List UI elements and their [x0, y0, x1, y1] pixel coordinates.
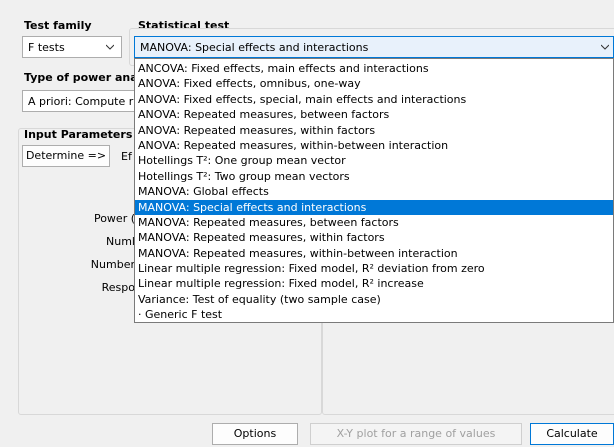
- dropdown-option[interactable]: ANOVA: Fixed effects, special, main effe…: [135, 92, 613, 107]
- power-analysis-label: Type of power analy: [24, 71, 149, 84]
- input-parameters-label: Input Parameters: [24, 128, 133, 141]
- dropdown-option[interactable]: MANOVA: Repeated measures, within-betwee…: [135, 246, 613, 261]
- power-analysis-value: A priori: Compute r: [28, 95, 134, 108]
- dropdown-option[interactable]: Linear multiple regression: Fixed model,…: [135, 276, 613, 291]
- calculate-button[interactable]: Calculate: [530, 423, 614, 445]
- response-label: Respo: [101, 281, 135, 294]
- dropdown-option[interactable]: · Generic F test: [135, 307, 613, 322]
- statistical-test-value: MANOVA: Special effects and interactions: [140, 41, 369, 54]
- statistical-test-dropdown-list[interactable]: ANCOVA: Fixed effects, main effects and …: [134, 58, 614, 323]
- dropdown-option[interactable]: MANOVA: Repeated measures, between facto…: [135, 215, 613, 230]
- test-family-value: F tests: [28, 41, 65, 54]
- dropdown-option[interactable]: Hotellings T²: Two group mean vectors: [135, 169, 613, 184]
- power-label: Power (: [93, 212, 135, 225]
- dropdown-option[interactable]: Hotellings T²: One group mean vector: [135, 153, 613, 168]
- test-family-label: Test family: [24, 19, 92, 32]
- dropdown-option[interactable]: ANCOVA: Fixed effects, main effects and …: [135, 61, 613, 76]
- dropdown-option[interactable]: Linear multiple regression: Fixed model,…: [135, 261, 613, 276]
- xy-plot-button[interactable]: X-Y plot for a range of values: [310, 423, 522, 445]
- options-button[interactable]: Options: [212, 423, 298, 445]
- dropdown-option[interactable]: MANOVA: Global effects: [135, 184, 613, 199]
- statistical-test-select[interactable]: MANOVA: Special effects and interactions: [134, 36, 614, 58]
- dropdown-option[interactable]: ANOVA: Fixed effects, omnibus, one-way: [135, 76, 613, 91]
- number-label: Number: [90, 258, 135, 271]
- effect-size-label: Ef: [121, 150, 132, 163]
- dropdown-option[interactable]: ANOVA: Repeated measures, within-between…: [135, 138, 613, 153]
- num-groups-label: Numl: [106, 235, 135, 248]
- dropdown-option[interactable]: Variance: Test of equality (two sample c…: [135, 292, 613, 307]
- determine-button[interactable]: Determine =>: [22, 145, 110, 167]
- chevron-down-icon: [106, 44, 114, 50]
- dropdown-option[interactable]: ANOVA: Repeated measures, within factors: [135, 123, 613, 138]
- chevron-down-icon: [601, 44, 609, 50]
- dropdown-option[interactable]: ANOVA: Repeated measures, between factor…: [135, 107, 613, 122]
- power-analysis-select[interactable]: A priori: Compute r: [22, 90, 140, 112]
- dropdown-option[interactable]: MANOVA: Repeated measures, within factor…: [135, 230, 613, 245]
- dropdown-option[interactable]: MANOVA: Special effects and interactions: [135, 199, 613, 215]
- test-family-select[interactable]: F tests: [22, 36, 122, 58]
